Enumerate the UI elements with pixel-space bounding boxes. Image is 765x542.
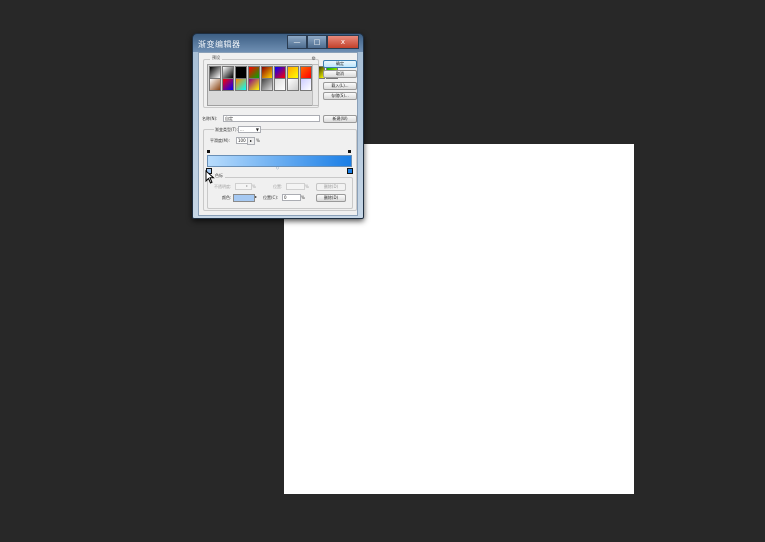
smoothness-unit: % [256, 138, 260, 143]
opacity-stop-left[interactable] [207, 150, 210, 153]
maximize-button[interactable]: □ [307, 35, 327, 49]
color-menu-icon[interactable]: ▸ [255, 194, 257, 199]
opacity-label: 不透明度: [214, 184, 232, 189]
preset-swatch[interactable] [248, 78, 260, 91]
preset-swatch[interactable] [261, 78, 273, 91]
close-button[interactable]: x [327, 35, 359, 49]
gradient-type-label: 渐变类型(T): [214, 127, 239, 133]
color-stops-group: 色标 不透明度: ▸ % 位置: % 删除(D) 颜色: ▸ 位置(C): 0 … [207, 173, 353, 209]
preset-swatch[interactable] [300, 78, 312, 91]
preset-swatch[interactable] [235, 78, 247, 91]
presets-group: 预设 ⚙ [203, 55, 338, 108]
color-location-unit: % [301, 195, 305, 200]
smoothness-stepper-icon[interactable]: ▸ [247, 137, 255, 145]
opacity-input [235, 183, 252, 190]
color-location-label: 位置(C): [263, 195, 279, 200]
gradient-group: 渐变类型(T): ... ▼ 平滑度(M): 100 ▸ % ◇ 色标 不透明度… [203, 126, 357, 211]
color-label: 颜色: [222, 195, 232, 200]
caption-buttons: — □ x [287, 35, 359, 49]
gradient-midpoint-icon[interactable]: ◇ [276, 165, 279, 170]
presets-list[interactable] [207, 64, 338, 106]
opacity-unit: % [252, 184, 256, 189]
presets-label: 预设 [210, 55, 222, 61]
cancel-button[interactable]: 取消 [323, 70, 357, 78]
chevron-down-icon: ▼ [255, 127, 259, 132]
location-label: 位置: [273, 184, 283, 189]
preset-swatch[interactable] [287, 78, 299, 91]
ok-button[interactable]: 确定 [323, 60, 357, 68]
location-unit: % [305, 184, 309, 189]
dialog-client-area: 预设 ⚙ 确定 取消 载入(L)... 存储(S)... 名称(N): 自定 新… [198, 52, 358, 216]
dialog-title: 渐变编辑器 [198, 40, 241, 49]
color-stop-right[interactable] [347, 168, 353, 174]
opacity-stop-right[interactable] [348, 150, 351, 153]
smoothness-label: 平滑度(M): [210, 138, 230, 143]
stop-color-swatch[interactable] [233, 194, 255, 202]
preset-swatch[interactable] [209, 78, 221, 91]
preset-row-2 [209, 78, 312, 91]
load-button[interactable]: 载入(L)... [323, 82, 357, 90]
opacity-stepper-icon: ▸ [246, 183, 249, 188]
color-delete-button[interactable]: 删除(D) [316, 194, 346, 202]
name-label: 名称(N): [202, 116, 218, 121]
opacity-delete-button: 删除(D) [316, 183, 346, 191]
new-button[interactable]: 新建(W) [323, 115, 357, 123]
preset-swatch[interactable] [274, 78, 286, 91]
color-location-input[interactable]: 0 [282, 194, 301, 201]
name-input[interactable]: 自定 [223, 115, 320, 122]
presets-menu-icon[interactable]: ⚙ [312, 56, 316, 62]
mouse-cursor-icon [205, 170, 215, 184]
gradient-preview-bar[interactable] [207, 155, 352, 167]
save-button[interactable]: 存储(S)... [323, 92, 357, 100]
gradient-editor-dialog: 渐变编辑器 — □ x 预设 ⚙ 确定 取消 载入(L)... 存储(S)...… [192, 33, 364, 219]
presets-scrollbar[interactable] [312, 64, 319, 106]
minimize-button[interactable]: — [287, 35, 307, 49]
gradient-type-select[interactable]: ... ▼ [238, 126, 261, 133]
opacity-location-input [286, 183, 305, 190]
gradient-type-value: ... [240, 127, 244, 132]
preset-swatch[interactable] [222, 78, 234, 91]
